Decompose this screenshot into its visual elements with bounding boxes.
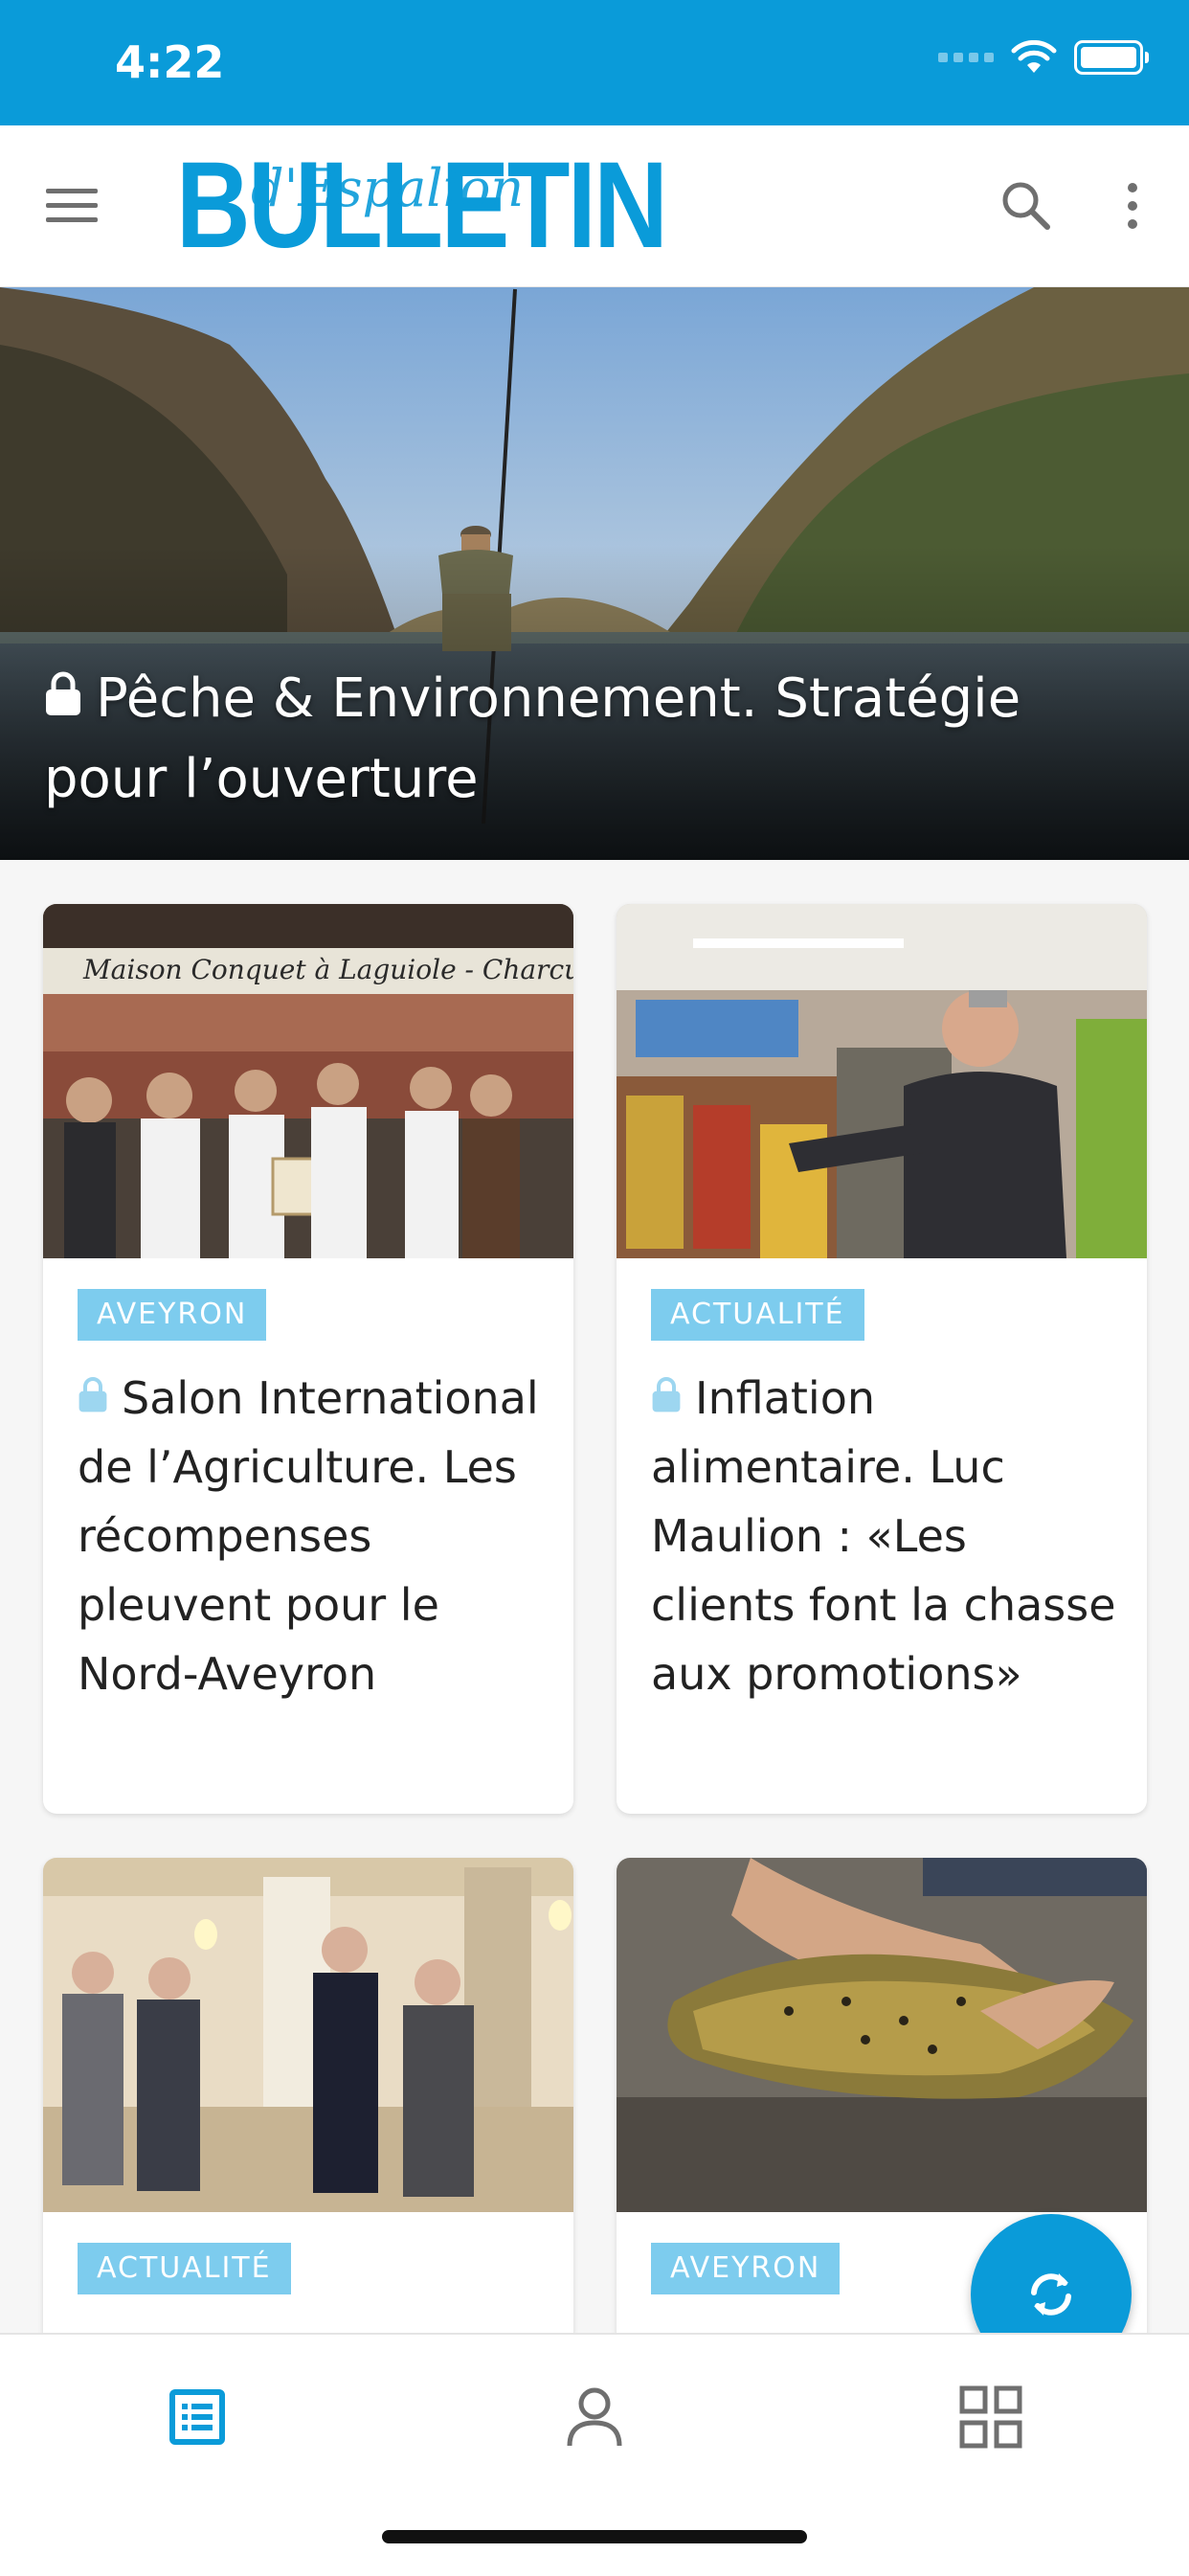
more-vertical-icon[interactable]	[1124, 182, 1141, 230]
article-card[interactable]: ACTUALITÉ Inflation alimentaire. Luc Mau…	[617, 904, 1147, 1814]
tab-news-list-icon[interactable]	[159, 2379, 236, 2455]
category-badge[interactable]: AVEYRON	[78, 1289, 267, 1341]
category-badge[interactable]: ACTUALITÉ	[651, 1289, 864, 1341]
tab-account-icon[interactable]	[556, 2379, 633, 2455]
article-image	[617, 904, 1147, 1258]
hero-title: Pêche & Environnement. Stratégie pour l’…	[44, 659, 1132, 820]
status-icons	[938, 40, 1149, 75]
image-sign-caption: Maison Conquet à Laguiole - Charcuterie	[83, 954, 573, 985]
category-badge[interactable]: ACTUALITÉ	[78, 2243, 291, 2294]
article-image: Maison Conquet à Laguiole - Charcuterie	[43, 904, 573, 1258]
battery-icon	[1074, 40, 1149, 75]
search-icon[interactable]	[999, 179, 1053, 233]
article-image	[617, 1858, 1147, 2212]
hero-article[interactable]: Pêche & Environnement. Stratégie pour l’…	[0, 287, 1189, 860]
lock-icon	[79, 1377, 107, 1412]
refresh-icon	[1031, 2273, 1071, 2316]
status-bar: 4:22	[0, 0, 1189, 125]
status-time: 4:22	[115, 36, 225, 88]
lock-icon	[46, 671, 80, 715]
lock-icon	[652, 1377, 681, 1412]
cellular-signal-icon	[938, 53, 994, 62]
article-title: Salon International de l’Agriculture. Le…	[78, 1372, 539, 1700]
article-image	[43, 1858, 573, 2212]
tab-sections-grid-icon[interactable]	[953, 2379, 1029, 2455]
hero-title-text: Pêche & Environnement. Stratégie pour l’…	[44, 667, 1021, 810]
article-title: Inflation alimentaire. Luc Maulion : «Le…	[651, 1372, 1116, 1700]
bulletin-logo: BULLETIN d'Espalion	[176, 137, 668, 274]
home-indicator[interactable]	[382, 2530, 807, 2543]
hamburger-menu-icon[interactable]	[42, 185, 100, 227]
category-badge[interactable]: AVEYRON	[651, 2243, 841, 2294]
article-card[interactable]: Maison Conquet à Laguiole - Charcuterie …	[43, 904, 573, 1814]
wifi-icon	[1011, 40, 1057, 73]
